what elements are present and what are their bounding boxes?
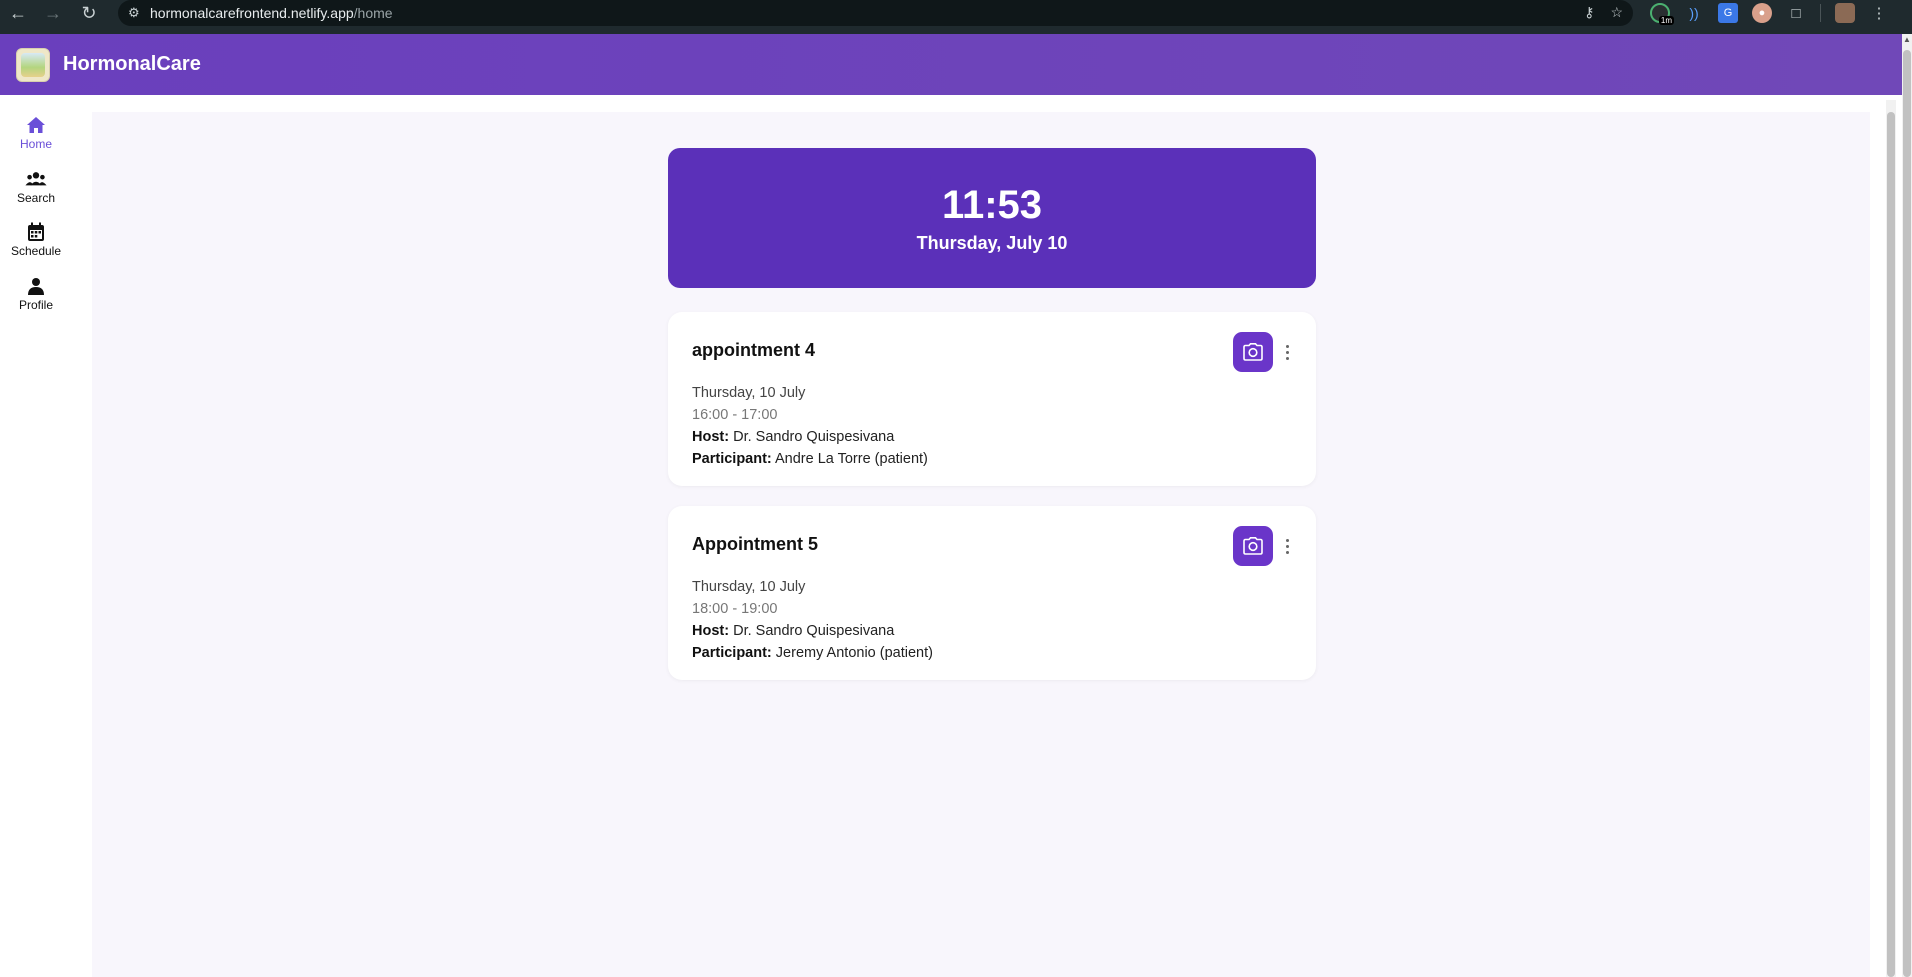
more-options-icon[interactable] bbox=[1280, 534, 1294, 558]
host-label: Host: bbox=[692, 429, 730, 445]
extension-read-aloud-icon[interactable]: )) bbox=[1684, 3, 1704, 23]
password-key-icon[interactable]: ⚷ bbox=[1584, 4, 1594, 21]
camera-icon bbox=[1243, 343, 1263, 361]
browser-toolbar: ← → ↻ ⚙ hormonalcarefrontend.netlify.app… bbox=[0, 0, 1912, 34]
more-options-icon[interactable] bbox=[1280, 340, 1294, 364]
sidebar-item-home[interactable]: Home bbox=[0, 115, 72, 151]
profile-avatar-icon[interactable] bbox=[1835, 3, 1855, 23]
home-icon bbox=[25, 115, 47, 135]
toolbar-divider bbox=[1820, 4, 1821, 22]
clock-card: 11:53 Thursday, July 10 bbox=[668, 148, 1316, 288]
host-name: Dr. Sandro Quispesivana bbox=[733, 429, 895, 445]
users-icon bbox=[25, 169, 47, 189]
appointment-participant: Participant: Andre La Torre (patient) bbox=[692, 448, 928, 470]
content-scrollbar[interactable] bbox=[1886, 100, 1896, 977]
camera-icon bbox=[1243, 537, 1263, 555]
url-text: hormonalcarefrontend.netlify.app/home bbox=[150, 5, 393, 21]
appointment-card: Appointment 5 Thursday, 10 July 18:00 - … bbox=[668, 506, 1316, 680]
url-host: hormonalcarefrontend.netlify.app bbox=[150, 5, 354, 21]
extension-translate-icon[interactable]: G bbox=[1718, 3, 1738, 23]
participant-label: Participant: bbox=[692, 645, 772, 661]
url-path: /home bbox=[353, 5, 393, 21]
sidebar-item-schedule[interactable]: Schedule bbox=[0, 222, 72, 258]
person-icon bbox=[25, 276, 47, 296]
extensions-area: 1m )) G ● □ ⋮ bbox=[1650, 0, 1889, 26]
app-title: HormonalCare bbox=[63, 53, 201, 75]
sidebar-item-label: Profile bbox=[18, 298, 53, 312]
extension-face-icon[interactable]: ● bbox=[1752, 3, 1772, 23]
content-scroll-thumb[interactable] bbox=[1887, 112, 1895, 977]
appointment-title: appointment 4 bbox=[692, 340, 816, 360]
participant-label: Participant: bbox=[692, 451, 772, 467]
extension-metrics-icon[interactable]: 1m bbox=[1650, 3, 1674, 25]
appointment-time: 18:00 - 19:00 bbox=[692, 601, 778, 617]
sidebar-item-label: Search bbox=[16, 191, 56, 205]
appointment-details: Thursday, 10 July 18:00 - 19:00 Host: Dr… bbox=[692, 576, 933, 664]
host-label: Host: bbox=[692, 623, 730, 639]
sidebar-item-profile[interactable]: Profile bbox=[0, 276, 72, 312]
appointment-card: appointment 4 Thursday, 10 July 16:00 - … bbox=[668, 312, 1316, 486]
camera-button[interactable] bbox=[1233, 526, 1273, 566]
appointment-date: Thursday, 10 July bbox=[692, 579, 806, 595]
host-name: Dr. Sandro Quispesivana bbox=[733, 623, 895, 639]
browser-menu-icon[interactable]: ⋮ bbox=[1869, 3, 1889, 23]
appointment-time: 16:00 - 17:00 bbox=[692, 407, 778, 423]
camera-button[interactable] bbox=[1233, 332, 1273, 372]
page-scrollbar[interactable]: ▲ bbox=[1902, 34, 1912, 977]
participant-name: Jeremy Antonio (patient) bbox=[775, 645, 933, 661]
appointment-details: Thursday, 10 July 16:00 - 17:00 Host: Dr… bbox=[692, 382, 928, 470]
clock-time: 11:53 bbox=[941, 182, 1043, 227]
scroll-up-arrow-icon[interactable]: ▲ bbox=[1903, 36, 1911, 44]
site-info-icon[interactable]: ⚙ bbox=[128, 5, 150, 21]
app-logo[interactable] bbox=[16, 47, 50, 82]
bookmark-star-icon[interactable]: ☆ bbox=[1610, 4, 1623, 21]
reload-icon[interactable]: ↻ bbox=[74, 0, 104, 28]
forward-icon[interactable]: → bbox=[38, 0, 68, 28]
clock-date: Thursday, July 10 bbox=[916, 232, 1068, 253]
sidebar-item-search[interactable]: Search bbox=[0, 169, 72, 205]
back-icon[interactable]: ← bbox=[3, 0, 33, 28]
calendar-icon bbox=[25, 222, 47, 242]
extensions-puzzle-icon[interactable]: □ bbox=[1786, 3, 1806, 23]
appointment-host: Host: Dr. Sandro Quispesivana bbox=[692, 426, 928, 448]
sidebar-item-label: Schedule bbox=[10, 244, 62, 258]
address-bar[interactable]: ⚙ hormonalcarefrontend.netlify.app/home … bbox=[118, 0, 1633, 26]
appointment-participant: Participant: Jeremy Antonio (patient) bbox=[692, 642, 933, 664]
sidebar-nav: Home Search Schedule Profile bbox=[0, 95, 92, 977]
page-scroll-thumb[interactable] bbox=[1903, 50, 1911, 977]
participant-name: Andre La Torre (patient) bbox=[775, 451, 928, 467]
appointment-host: Host: Dr. Sandro Quispesivana bbox=[692, 620, 933, 642]
sidebar-item-label: Home bbox=[19, 137, 52, 151]
app-header: HormonalCare bbox=[0, 34, 1902, 95]
extension-badge: 1m bbox=[1658, 16, 1674, 25]
appointment-date: Thursday, 10 July bbox=[692, 385, 806, 401]
appointment-title: Appointment 5 bbox=[692, 534, 818, 554]
